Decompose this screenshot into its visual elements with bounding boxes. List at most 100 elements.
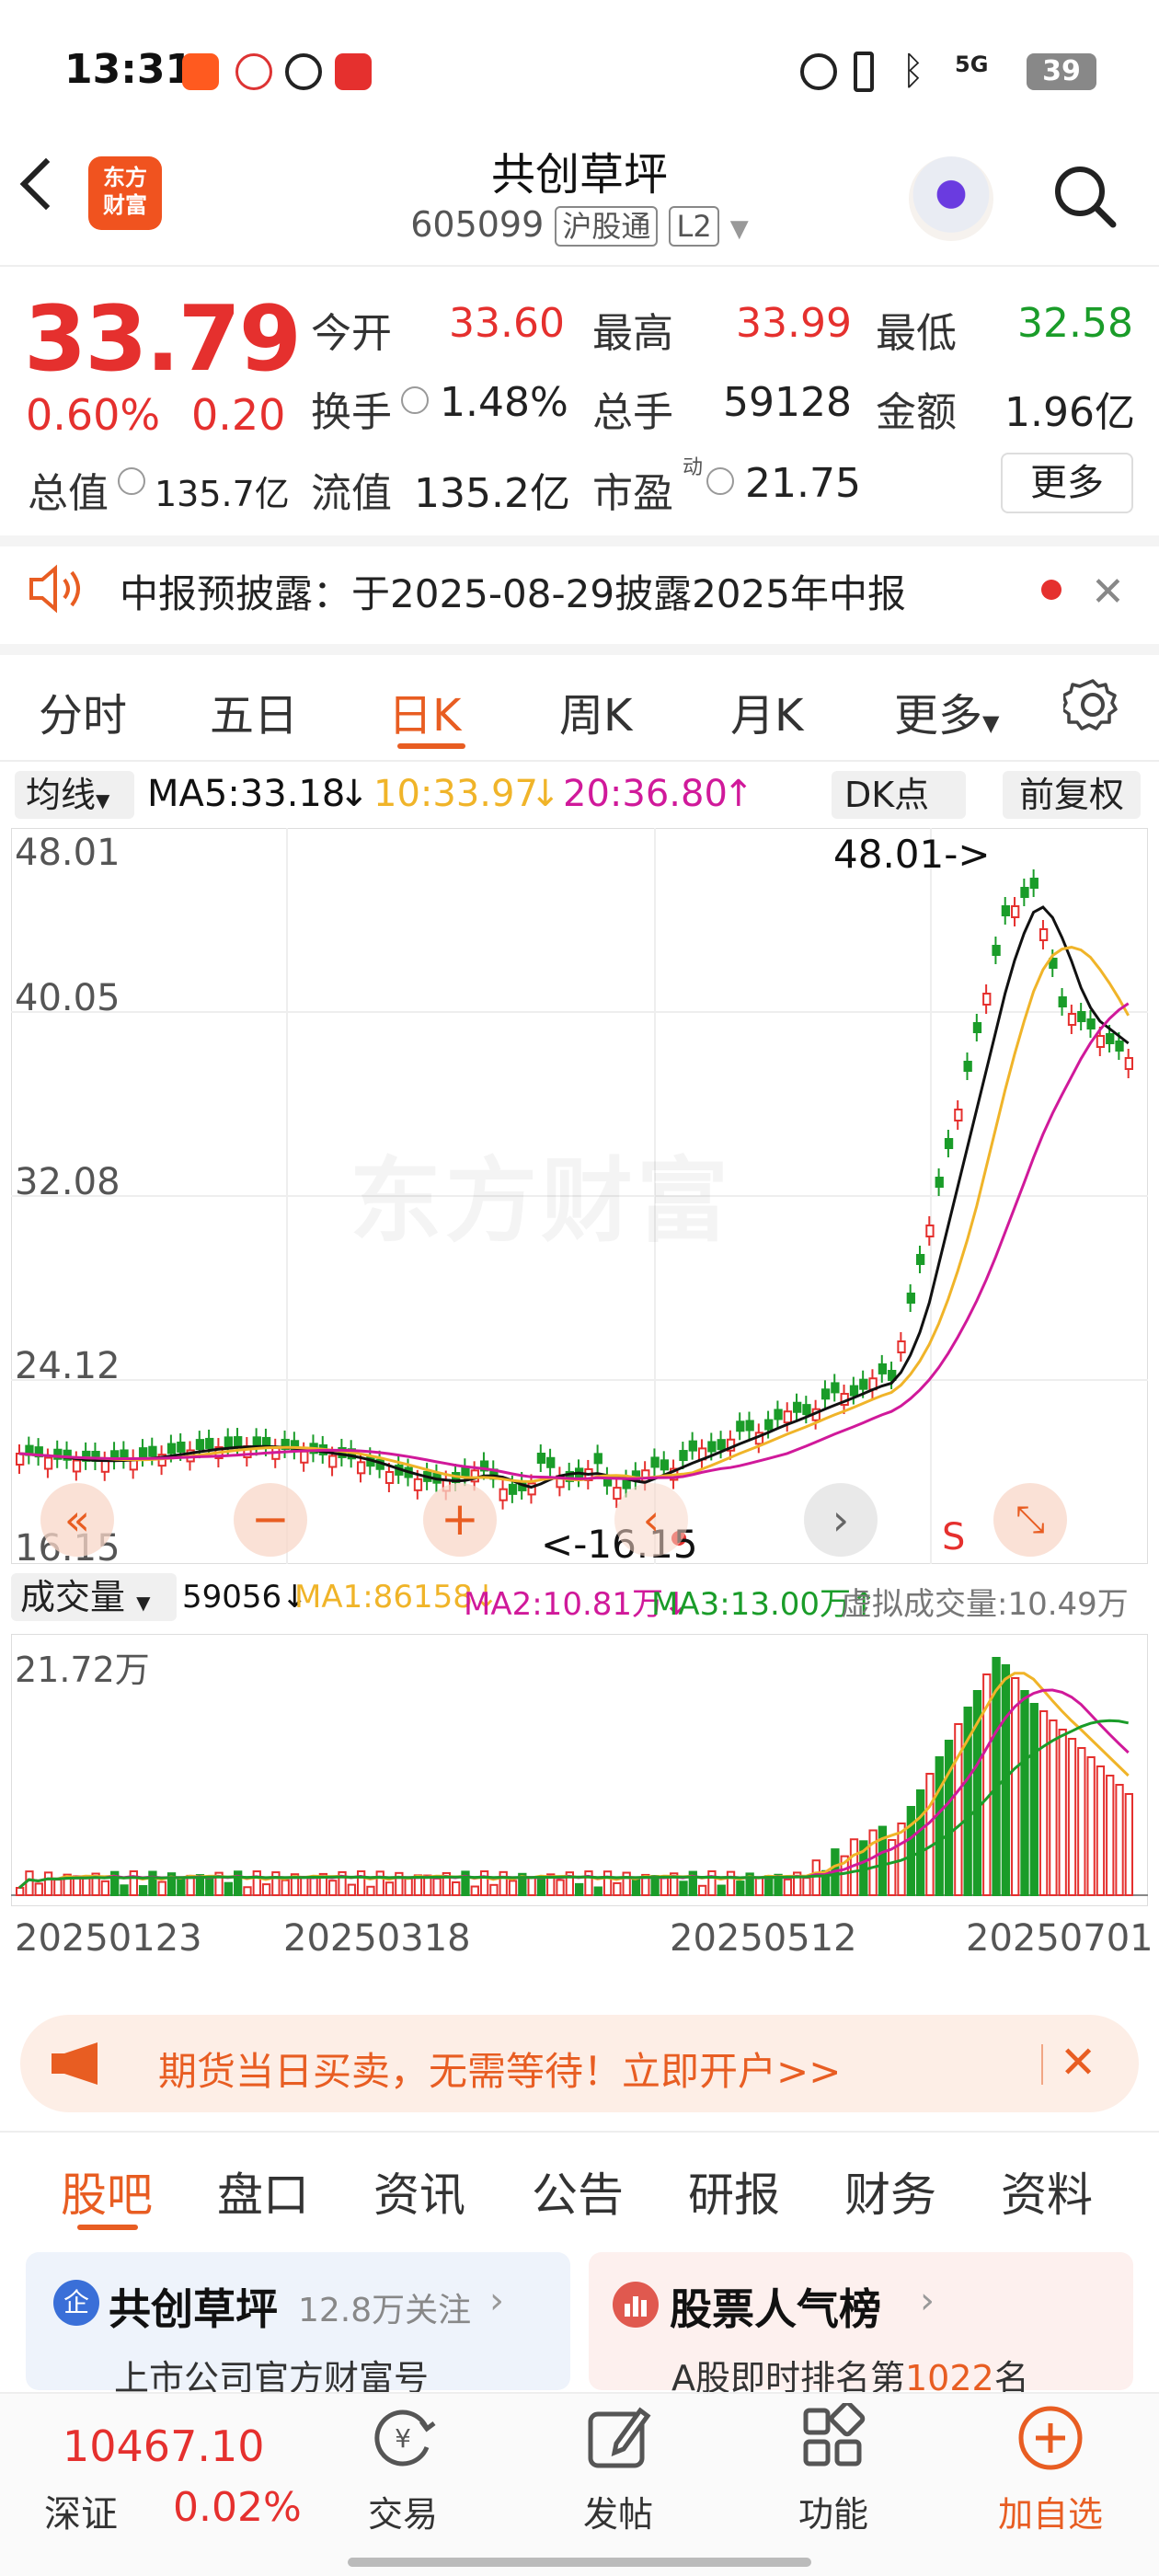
volume-bar <box>366 1885 375 1896</box>
ad-close-icon[interactable]: ✕ <box>1060 2037 1096 2088</box>
volume-selector[interactable]: 成交量 ▼ <box>11 1573 177 1621</box>
zoom-out-button[interactable]: − <box>234 1483 307 1557</box>
post-edit-icon[interactable] <box>583 2403 653 2473</box>
subtab-research[interactable]: 研报 <box>688 2158 780 2225</box>
low-label: 最低 <box>876 310 957 357</box>
info-icon[interactable] <box>401 386 429 414</box>
more-button[interactable]: 更多 <box>1001 453 1133 513</box>
chevron-down-icon: ▼ <box>136 1592 151 1614</box>
volume-bar <box>470 1885 479 1896</box>
nav-trade[interactable]: 交易 <box>311 2486 495 2536</box>
nav-add-watchlist[interactable]: 加自选 <box>958 2486 1142 2536</box>
date-label: 20250701 <box>966 1917 1153 1960</box>
subtab-profile[interactable]: 资料 <box>1001 2158 1093 2225</box>
volume-bar <box>34 1882 43 1897</box>
y-label-4: 24.12 <box>15 1345 120 1387</box>
volume-bar <box>328 1880 338 1897</box>
nav-functions[interactable]: 功能 <box>741 2486 925 2536</box>
kline-candle <box>745 1420 754 1432</box>
dk-point-button[interactable]: DK点 <box>832 771 966 819</box>
sell-marker: S <box>942 1516 966 1558</box>
tab-daily-k[interactable]: 日K <box>388 679 461 743</box>
dropdown-icon[interactable]: ▼ <box>730 215 749 243</box>
kline-candle <box>736 1420 745 1432</box>
volume-bar <box>1077 1747 1086 1896</box>
tab-monthly-k[interactable]: 月K <box>730 679 803 743</box>
next-button[interactable]: › <box>804 1483 878 1557</box>
add-watchlist-icon[interactable] <box>1016 2403 1085 2473</box>
tab-more[interactable]: 更多▼ <box>894 679 999 743</box>
info-icon[interactable] <box>706 467 734 495</box>
expand-icon[interactable]: ⤡ <box>993 1483 1067 1557</box>
robot-assistant-icon[interactable] <box>909 156 993 241</box>
volume-bar <box>593 1886 602 1897</box>
ma20-arrow-icon: ↑ <box>723 773 754 815</box>
volume-bar <box>384 1881 395 1896</box>
volume-bar <box>129 1870 138 1896</box>
ma-selector[interactable]: 均线▼ <box>15 771 134 819</box>
kline-candle <box>1029 878 1039 889</box>
zoom-in-button[interactable]: + <box>423 1483 497 1557</box>
volume-bar <box>1106 1775 1115 1896</box>
subtab-announcements[interactable]: 公告 <box>532 2158 624 2225</box>
volume-bar <box>697 1884 707 1896</box>
max-price-annotation: 48.01-> <box>833 832 991 877</box>
kline-candle <box>508 1483 518 1495</box>
index-name[interactable]: 深证 <box>44 2484 118 2537</box>
subtab-forum[interactable]: 股吧 <box>61 2158 153 2225</box>
volume-bar <box>783 1878 793 1896</box>
volume-bar <box>16 1887 25 1896</box>
index-value[interactable]: 10467.10 <box>63 2421 265 2471</box>
volume-label: 总手 <box>592 389 673 436</box>
volume-bar <box>43 1871 53 1896</box>
ranking-chart-icon <box>613 2282 659 2328</box>
kline-candle <box>831 1382 840 1394</box>
volume-bar <box>508 1880 518 1896</box>
scroll-left-button[interactable]: « <box>40 1483 114 1557</box>
volume-bar <box>736 1880 745 1897</box>
kline-candle <box>1124 1057 1134 1070</box>
settings-gear-icon[interactable] <box>1061 675 1122 734</box>
tab-five-day[interactable]: 五日 <box>210 679 298 743</box>
header-divider <box>0 265 1159 267</box>
tab-more-label: 更多 <box>894 690 983 742</box>
volume-bar <box>1115 1784 1124 1896</box>
kline-candle <box>195 1439 205 1451</box>
volume-bar <box>1049 1719 1058 1896</box>
kline-candle <box>356 1461 366 1475</box>
home-indicator[interactable] <box>348 2558 811 2567</box>
amount-value: 1.96亿 <box>1004 389 1135 436</box>
index-change[interactable]: 0.02% <box>173 2484 302 2531</box>
volume-bar <box>1020 1690 1029 1896</box>
adjust-button[interactable]: 前复权 <box>1003 771 1141 819</box>
prev-button[interactable]: ‹ <box>614 1483 688 1557</box>
subtab-order-book[interactable]: 盘口 <box>217 2158 309 2225</box>
enterprise-icon: 企 <box>53 2280 99 2326</box>
close-icon[interactable]: ✕ <box>1091 569 1125 615</box>
ad-text[interactable]: 期货当日买卖，无需等待！立即开户>> <box>158 2041 841 2097</box>
tab-intraday[interactable]: 分时 <box>39 679 127 743</box>
subtab-financials[interactable]: 财务 <box>844 2158 936 2225</box>
kline-candle <box>982 993 992 1006</box>
speaker-icon <box>28 563 86 615</box>
search-icon[interactable] <box>1050 162 1117 228</box>
trade-icon[interactable]: ¥ <box>368 2403 438 2473</box>
y-label-2: 40.05 <box>15 977 120 1019</box>
functions-grid-icon[interactable] <box>798 2400 868 2473</box>
y-label-3: 32.08 <box>15 1161 120 1203</box>
tab-weekly-k[interactable]: 周K <box>559 679 632 743</box>
kline-candle <box>783 1410 793 1424</box>
volume-bar <box>205 1878 214 1896</box>
kline-candle <box>707 1441 717 1453</box>
section-divider <box>0 535 1159 546</box>
kline-candle <box>972 1022 982 1033</box>
volume-bar <box>177 1877 186 1896</box>
subtab-news[interactable]: 资讯 <box>373 2158 465 2225</box>
nav-post[interactable]: 发帖 <box>526 2486 710 2536</box>
volume-chart[interactable] <box>11 1634 1148 1906</box>
status-time: 13:31 <box>64 46 194 93</box>
info-icon[interactable] <box>118 467 145 495</box>
volume-ma1-value: MA1:86158 <box>294 1579 473 1616</box>
kline-candle <box>1011 905 1020 918</box>
notice-text[interactable]: 中报预披露：于2025-08-29披露2025年中报 <box>120 563 906 619</box>
